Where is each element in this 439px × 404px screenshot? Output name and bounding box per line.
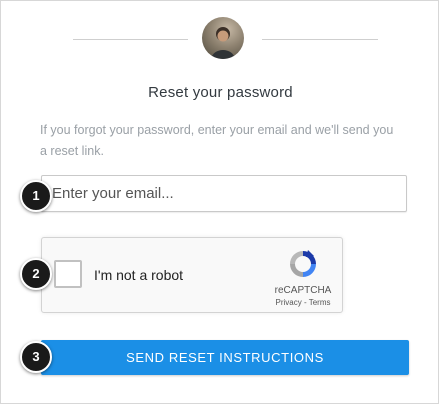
recaptcha-brand: reCAPTCHA <box>274 285 332 296</box>
step-badge-1: 1 <box>20 180 52 212</box>
user-avatar <box>202 17 244 59</box>
recaptcha-links[interactable]: Privacy - Terms <box>262 298 344 307</box>
recaptcha-widget: I'm not a robot reCAPTCHA Privacy - Term… <box>41 237 343 313</box>
step-badge-2: 2 <box>20 258 52 290</box>
divider-right <box>262 39 378 40</box>
page-title: Reset your password <box>148 84 293 101</box>
send-reset-button[interactable]: SEND RESET INSTRUCTIONS <box>41 340 409 375</box>
not-robot-label: I'm not a robot <box>94 267 184 283</box>
not-robot-checkbox[interactable] <box>54 260 82 288</box>
divider-left <box>73 39 188 40</box>
email-input[interactable]: Enter your email... <box>41 175 407 212</box>
reset-password-card: Reset your password If you forgot your p… <box>0 0 439 404</box>
recaptcha-logo-icon <box>286 247 320 281</box>
page-description: If you forgot your password, enter your … <box>40 123 394 158</box>
step-badge-3: 3 <box>20 341 52 373</box>
